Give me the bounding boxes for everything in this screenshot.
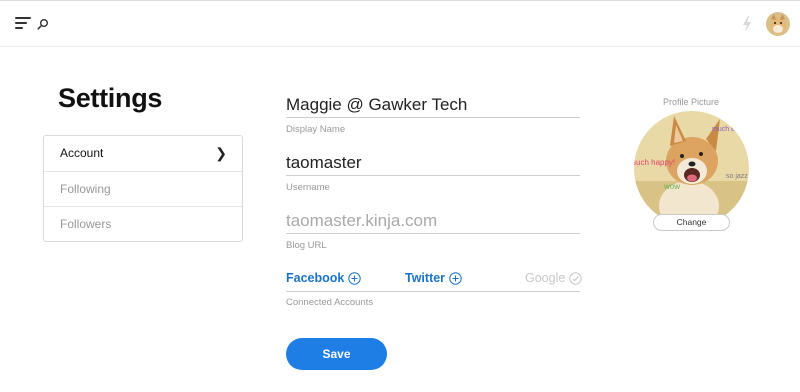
avatar[interactable] <box>766 12 790 36</box>
search-icon[interactable] <box>37 18 49 30</box>
profile-picture-label: Profile Picture <box>662 97 720 107</box>
plus-circle-icon <box>348 272 362 285</box>
settings-sidebar: Account ❯ Following Followers <box>43 135 243 242</box>
facebook-label: Facebook <box>286 271 345 285</box>
blog-url-caption: Blog URL <box>286 240 327 251</box>
profile-picture: such happy! wow much EX so jazz <box>634 111 749 226</box>
blog-url-field[interactable]: taomaster.kinja.com <box>286 208 580 234</box>
username-caption: Username <box>286 182 330 193</box>
connected-accounts: Facebook Twitter Google <box>286 268 583 292</box>
sidebar-item-account[interactable]: Account ❯ <box>44 136 242 171</box>
connect-google-button[interactable]: Google <box>525 271 583 285</box>
top-bar <box>0 0 800 47</box>
sidebar-item-following[interactable]: Following <box>44 171 242 206</box>
display-name-group: Maggie @ Gawker Tech Display Name <box>286 92 580 135</box>
bolt-icon[interactable] <box>741 16 753 32</box>
chevron-right-icon: ❯ <box>215 145 227 161</box>
page-title: Settings <box>58 83 163 113</box>
sidebar-item-label: Followers <box>60 217 112 231</box>
sidebar-item-followers[interactable]: Followers <box>44 206 242 241</box>
save-button[interactable]: Save <box>286 338 387 370</box>
hamburger-icon[interactable] <box>15 16 31 30</box>
sidebar-item-label: Account <box>60 146 104 160</box>
connect-facebook-button[interactable]: Facebook <box>286 271 362 285</box>
plus-circle-icon <box>449 272 462 285</box>
meme-text: wow <box>664 182 681 191</box>
twitter-label: Twitter <box>405 271 446 285</box>
sidebar-item-label: Following <box>60 182 111 196</box>
connect-twitter-button[interactable]: Twitter <box>405 271 462 285</box>
display-name-caption: Display Name <box>286 124 346 135</box>
change-picture-button[interactable]: Change <box>653 214 730 231</box>
meme-text: such happy! <box>634 158 676 167</box>
username-group: taomaster Username <box>286 150 580 193</box>
connected-accounts-caption: Connected Accounts <box>286 297 374 308</box>
blog-url-group: taomaster.kinja.com Blog URL <box>286 208 580 251</box>
check-circle-icon <box>569 272 583 285</box>
username-field[interactable]: taomaster <box>286 150 580 176</box>
google-label: Google <box>525 271 566 285</box>
meme-text: much EX <box>712 126 741 133</box>
display-name-field[interactable]: Maggie @ Gawker Tech <box>286 92 580 118</box>
meme-text: so jazz <box>726 173 748 180</box>
